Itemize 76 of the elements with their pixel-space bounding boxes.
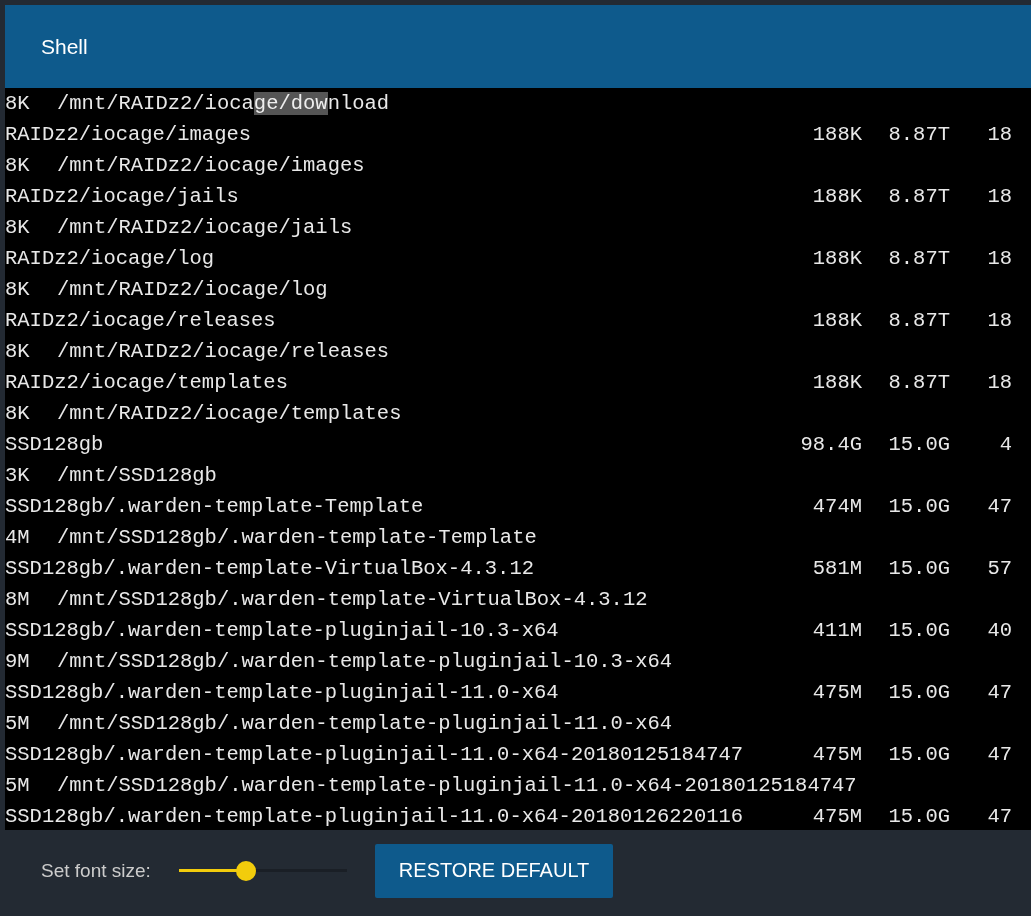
avail-value: 15.0G <box>887 556 950 582</box>
size-value: 8K <box>5 153 31 179</box>
avail-value: 8.87T <box>887 246 950 272</box>
refer-value: 47 <box>986 494 1012 520</box>
used-value: 581M <box>811 556 862 582</box>
refer-value: 18 <box>986 308 1012 334</box>
refer-value: 47 <box>986 804 1012 830</box>
dataset-name: RAIDz2/iocage/releases <box>5 308 277 334</box>
dataset-name: RAIDz2/iocage/jails <box>5 184 240 210</box>
avail-value: 15.0G <box>887 618 950 644</box>
dataset-name: RAIDz2/iocage/templates <box>5 370 289 396</box>
size-value: 8K <box>5 339 31 365</box>
avail-value: 15.0G <box>887 680 950 706</box>
avail-value: 15.0G <box>887 804 950 830</box>
used-value: 411M <box>811 618 862 644</box>
refer-value: 18 <box>986 370 1012 396</box>
refer-value: 40 <box>986 618 1012 644</box>
avail-value: 8.87T <box>887 308 950 334</box>
avail-value: 15.0G <box>887 432 950 458</box>
dataset-name: SSD128gb/.warden-template-VirtualBox-4.3.12 <box>5 556 535 582</box>
used-value: 188K <box>811 308 862 334</box>
refer-value: 47 <box>986 680 1012 706</box>
used-value: 188K <box>811 122 862 148</box>
size-value: 8K <box>5 401 31 427</box>
dataset-name: SSD128gb/.warden-template-pluginjail-11.0-x64-20180125184747 <box>5 742 745 768</box>
refer-value: 18 <box>986 184 1012 210</box>
slider-thumb[interactable] <box>236 860 257 881</box>
mount-path: /mnt/RAIDz2/iocage/images <box>57 153 366 179</box>
used-value: 98.4G <box>799 432 862 458</box>
avail-value: 8.87T <box>887 370 950 396</box>
used-value: 188K <box>811 246 862 272</box>
used-value: 188K <box>811 370 862 396</box>
refer-value: 57 <box>986 556 1012 582</box>
mount-path: /mnt/RAIDz2/iocage/templates <box>57 401 403 427</box>
mount-path: /mnt/SSD128gb/.warden-template-Template <box>57 525 538 551</box>
mount-path: /mnt/RAIDz2/iocage/jails <box>57 215 354 241</box>
refer-value: 4 <box>998 432 1012 458</box>
size-value: 8M <box>5 587 31 613</box>
mount-path: /mnt/SSD128gb/.warden-template-pluginjail-11.0-x64 <box>57 711 674 737</box>
refer-value: 18 <box>986 122 1012 148</box>
used-value: 475M <box>811 804 862 830</box>
avail-value: 8.87T <box>887 122 950 148</box>
mount-path: /mnt/SSD128gb/.warden-template-pluginjail-11.0-x64-20180125184747 <box>57 773 858 799</box>
used-value: 475M <box>811 680 862 706</box>
refer-value: 47 <box>986 742 1012 768</box>
dataset-name: SSD128gb/.warden-template-pluginjail-11.0-x64-20180126220116 <box>5 804 745 830</box>
dataset-name: RAIDz2/iocage/log <box>5 246 216 272</box>
window-title: Shell <box>41 34 88 59</box>
avail-value: 15.0G <box>887 742 950 768</box>
font-size-label: Set font size: <box>41 859 151 882</box>
dataset-name: SSD128gb/.warden-template-Template <box>5 494 425 520</box>
mount-path: /mnt/SSD128gb <box>57 463 218 489</box>
mount-path: /mnt/RAIDz2/iocage/log <box>57 277 329 303</box>
used-value: 474M <box>811 494 862 520</box>
avail-value: 8.87T <box>887 184 950 210</box>
mount-path: /mnt/SSD128gb/.warden-template-VirtualBox-4.3.12 <box>57 587 649 613</box>
size-value: 9M <box>5 649 31 675</box>
dataset-name: SSD128gb/.warden-template-pluginjail-10.3-x64 <box>5 618 560 644</box>
size-value: 8K <box>5 277 31 303</box>
size-value: 8K <box>5 91 31 117</box>
size-value: 5M <box>5 711 31 737</box>
mount-path: /mnt/RAIDz2/iocage/releases <box>57 339 391 365</box>
dataset-name: SSD128gb <box>5 432 105 458</box>
size-value: 8K <box>5 215 31 241</box>
avail-value: 15.0G <box>887 494 950 520</box>
used-value: 475M <box>811 742 862 768</box>
used-value: 188K <box>811 184 862 210</box>
size-value: 4M <box>5 525 31 551</box>
dataset-name: RAIDz2/iocage/images <box>5 122 253 148</box>
size-value: 5M <box>5 773 31 799</box>
mount-path: /mnt/RAIDz2/iocage/download <box>57 91 391 117</box>
refer-value: 18 <box>986 246 1012 272</box>
mount-path: /mnt/SSD128gb/.warden-template-pluginjail-10.3-x64 <box>57 649 674 675</box>
restore-default-button[interactable]: RESTORE DEFAULT <box>374 843 614 898</box>
size-value: 3K <box>5 463 31 489</box>
dataset-name: SSD128gb/.warden-template-pluginjail-11.0-x64 <box>5 680 560 706</box>
